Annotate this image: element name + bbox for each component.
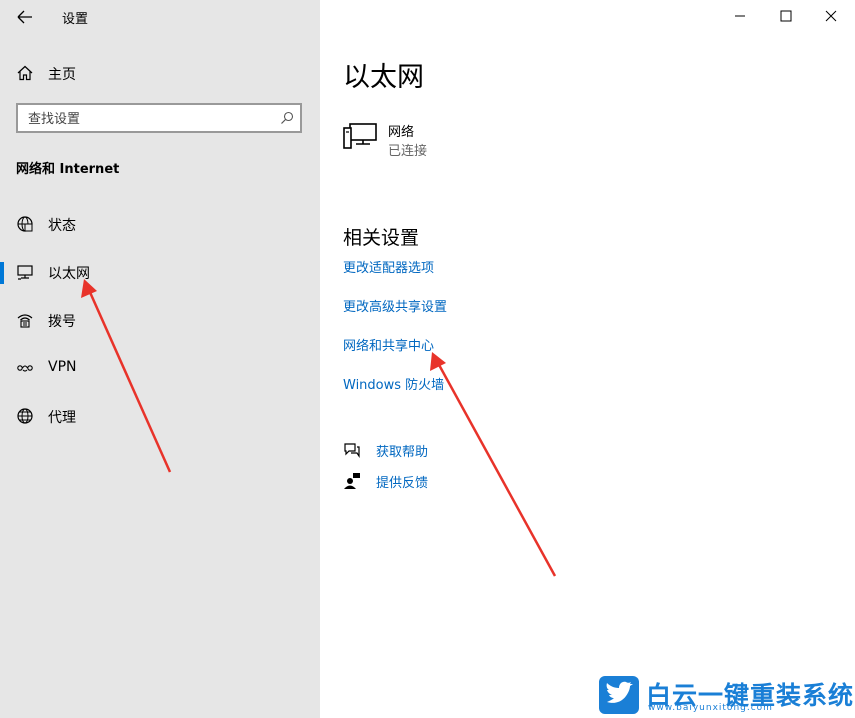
sidebar-item-ethernet[interactable]: 以太网: [0, 254, 320, 290]
give-feedback-label: 提供反馈: [376, 476, 429, 491]
app-title: 设置: [62, 12, 89, 27]
main-pane: [320, 0, 855, 718]
search-icon[interactable]: [280, 111, 294, 125]
maximize-button[interactable]: [763, 4, 809, 28]
section-title: 网络和 Internet: [16, 162, 120, 177]
globe-status-icon: [17, 216, 33, 232]
back-arrow-icon: [17, 10, 32, 24]
network-name[interactable]: 网络: [388, 121, 414, 140]
sidebar-item-status[interactable]: 状态: [0, 206, 320, 242]
close-button[interactable]: [808, 4, 854, 28]
search-input[interactable]: [26, 109, 270, 129]
dialup-icon: [17, 314, 33, 328]
chat-help-icon: [344, 443, 360, 458]
feedback-icon: [344, 473, 360, 489]
sidebar-item-vpn[interactable]: VPN: [0, 350, 320, 386]
selection-indicator: [0, 262, 4, 284]
sidebar-item-home[interactable]: 主页: [0, 55, 320, 91]
minimize-button[interactable]: [717, 4, 763, 28]
change-adapter-options-link[interactable]: 更改适配器选项: [343, 257, 434, 276]
network-sharing-center-link[interactable]: 网络和共享中心: [343, 335, 434, 354]
ethernet-icon: [17, 265, 33, 280]
close-icon: [825, 10, 837, 22]
maximize-icon: [780, 10, 792, 22]
page-title: 以太网: [343, 62, 424, 93]
vpn-icon: [17, 365, 33, 372]
twitter-bird-icon: [599, 676, 639, 714]
sidebar-item-label: 拨号: [48, 314, 76, 330]
home-icon: [17, 65, 33, 81]
search-box[interactable]: [16, 103, 302, 133]
sidebar-item-proxy[interactable]: 代理: [0, 398, 320, 434]
ethernet-computer-icon[interactable]: [343, 122, 379, 150]
back-button[interactable]: [14, 6, 36, 28]
get-help-label: 获取帮助: [376, 445, 429, 460]
globe-proxy-icon: [17, 408, 33, 424]
sidebar-item-label: 主页: [48, 67, 76, 83]
related-settings-title: 相关设置: [343, 227, 420, 249]
windows-firewall-link[interactable]: Windows 防火墙: [343, 374, 444, 393]
sidebar-item-label: 状态: [48, 218, 76, 234]
network-status: 已连接: [388, 144, 428, 159]
sidebar-item-label: VPN: [48, 359, 77, 375]
sidebar: 设置 主页 网络和 Internet 状态 以太网 拨号 VPN 代理: [0, 0, 320, 718]
watermark-url: www.baiyunxitong.com: [648, 703, 773, 713]
sidebar-item-dialup[interactable]: 拨号: [0, 302, 320, 338]
sidebar-item-label: 以太网: [48, 266, 90, 282]
advanced-sharing-settings-link[interactable]: 更改高级共享设置: [343, 296, 447, 315]
minimize-icon: [735, 15, 745, 17]
sidebar-item-label: 代理: [48, 410, 76, 426]
